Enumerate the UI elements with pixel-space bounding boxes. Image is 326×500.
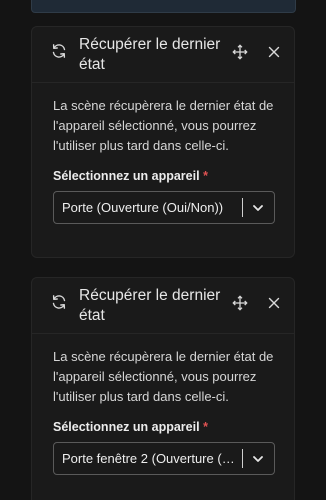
required-marker: * [203, 420, 208, 434]
card-divider [32, 82, 294, 83]
chevron-down-icon[interactable] [252, 202, 264, 214]
select-separator [242, 198, 243, 217]
move-icon[interactable] [232, 44, 248, 60]
previous-card-edge [31, 0, 296, 13]
refresh-icon [52, 295, 66, 309]
device-field-label: Sélectionnez un appareil * [53, 420, 208, 434]
device-select-value: Porte fenêtre 2 (Ouverture (Oui/Non)) [62, 451, 237, 466]
action-card: Récupérer le dernier état La scène récup… [31, 277, 295, 500]
device-select[interactable]: Porte (Ouverture (Oui/Non)) [53, 191, 275, 224]
close-icon[interactable] [268, 297, 280, 309]
card-header: Récupérer le dernier état [32, 27, 294, 82]
refresh-icon [52, 44, 66, 58]
card-description: La scène récupèrera le dernier état de l… [53, 98, 274, 153]
card-divider [32, 333, 294, 334]
move-icon[interactable] [232, 295, 248, 311]
card-description: La scène récupèrera le dernier état de l… [53, 349, 274, 404]
card-title: Récupérer le dernier état [79, 287, 221, 324]
field-label-text: Sélectionnez un appareil [53, 420, 200, 434]
required-marker: * [203, 169, 208, 183]
card-header: Récupérer le dernier état [32, 278, 294, 333]
field-label-text: Sélectionnez un appareil [53, 169, 200, 183]
device-select-value: Porte (Ouverture (Oui/Non)) [62, 200, 224, 215]
card-title: Récupérer le dernier état [79, 36, 221, 73]
select-separator [242, 449, 243, 468]
scene-editor: Récupérer le dernier état La scène récup… [0, 0, 326, 500]
device-select[interactable]: Porte fenêtre 2 (Ouverture (Oui/Non)) [53, 442, 275, 475]
close-icon[interactable] [268, 46, 280, 58]
action-card: Récupérer le dernier état La scène récup… [31, 26, 295, 258]
device-field-label: Sélectionnez un appareil * [53, 169, 208, 183]
chevron-down-icon[interactable] [252, 453, 264, 465]
